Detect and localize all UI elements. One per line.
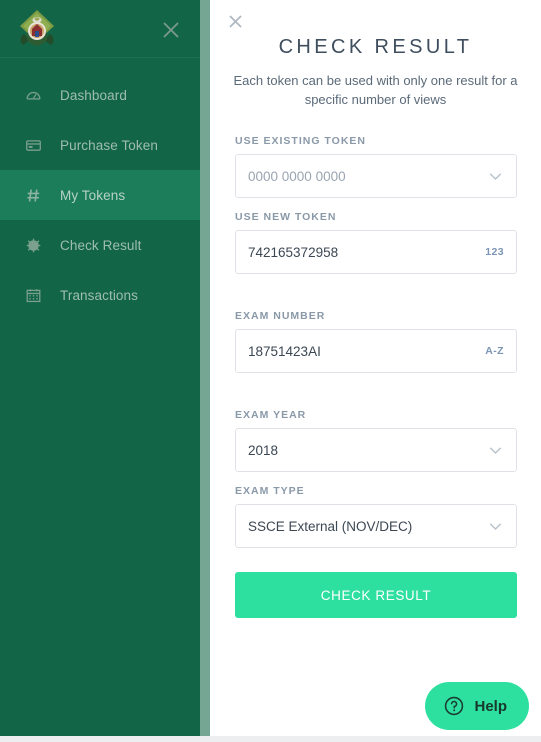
exam-year-select[interactable]: 2018 — [235, 428, 517, 472]
exam-type-label: EXAM TYPE — [235, 485, 305, 497]
new-token-value: 742165372958 — [248, 244, 339, 260]
numeric-mode-badge: 123 — [485, 246, 504, 258]
exam-type-select[interactable]: SSCE External (NOV/DEC) — [235, 504, 517, 548]
sidebar-nav: Dashboard Purchase Token My Tokens Check… — [0, 58, 200, 320]
gauge-icon — [22, 84, 44, 106]
exam-number-input[interactable]: 18751423AI A-Z — [235, 329, 517, 373]
exam-year-value: 2018 — [248, 442, 279, 458]
sidebar-item-check-result[interactable]: Check Result — [0, 220, 200, 270]
sidebar-drawer: Dashboard Purchase Token My Tokens Check… — [0, 0, 200, 736]
help-label: Help — [474, 697, 507, 715]
existing-token-select[interactable]: 0000 0000 0000 — [235, 154, 517, 198]
new-token-input[interactable]: 742165372958 123 — [235, 230, 517, 274]
calendar-icon — [22, 284, 44, 306]
sidebar-item-my-tokens[interactable]: My Tokens — [0, 170, 200, 220]
question-mark-circle-icon — [443, 695, 465, 717]
sidebar-item-label: Dashboard — [60, 87, 127, 103]
badge-icon — [22, 234, 44, 256]
check-result-submit-button[interactable]: CHECK RESULT — [235, 572, 517, 618]
sidebar-item-transactions[interactable]: Transactions — [0, 270, 200, 320]
chevron-down-icon — [486, 167, 505, 186]
exam-year-label: EXAM YEAR — [235, 409, 307, 421]
chevron-down-icon — [486, 517, 505, 536]
credit-card-icon — [22, 134, 44, 156]
exam-number-value: 18751423AI — [248, 343, 321, 359]
sidebar-item-dashboard[interactable]: Dashboard — [0, 70, 200, 120]
check-result-form: USE EXISTING TOKEN 0000 0000 0000 USE NE… — [210, 135, 541, 618]
sidebar-header — [0, 0, 200, 58]
sidebar-close-button[interactable] — [160, 19, 182, 41]
page-subtitle: Each token can be used with only one res… — [233, 73, 518, 107]
existing-token-label: USE EXISTING TOKEN — [235, 135, 366, 147]
help-button[interactable]: Help — [425, 682, 529, 730]
hash-icon — [22, 184, 44, 206]
drawer-backdrop-overlay[interactable] — [200, 0, 210, 736]
coat-of-arms-logo — [14, 6, 60, 52]
bottom-edge-strip — [0, 736, 541, 742]
exam-type-value: SSCE External (NOV/DEC) — [248, 518, 413, 534]
sidebar-item-label: Transactions — [60, 287, 138, 303]
alpha-mode-badge: A-Z — [485, 345, 504, 357]
exam-number-label: EXAM NUMBER — [235, 310, 326, 322]
sidebar-item-purchase-token[interactable]: Purchase Token — [0, 120, 200, 170]
sidebar-item-label: Purchase Token — [60, 137, 158, 153]
new-token-label: USE NEW TOKEN — [235, 211, 337, 223]
page-title: CHECK RESULT — [278, 36, 473, 58]
check-result-panel: CHECK RESULT Each token can be used with… — [210, 0, 541, 736]
app-root: Dashboard Purchase Token My Tokens Check… — [0, 0, 541, 742]
panel-close-button[interactable] — [222, 8, 248, 34]
existing-token-value: 0000 0000 0000 — [248, 168, 346, 184]
chevron-down-icon — [486, 441, 505, 460]
sidebar-item-label: Check Result — [60, 237, 142, 253]
sidebar-item-label: My Tokens — [60, 187, 126, 203]
